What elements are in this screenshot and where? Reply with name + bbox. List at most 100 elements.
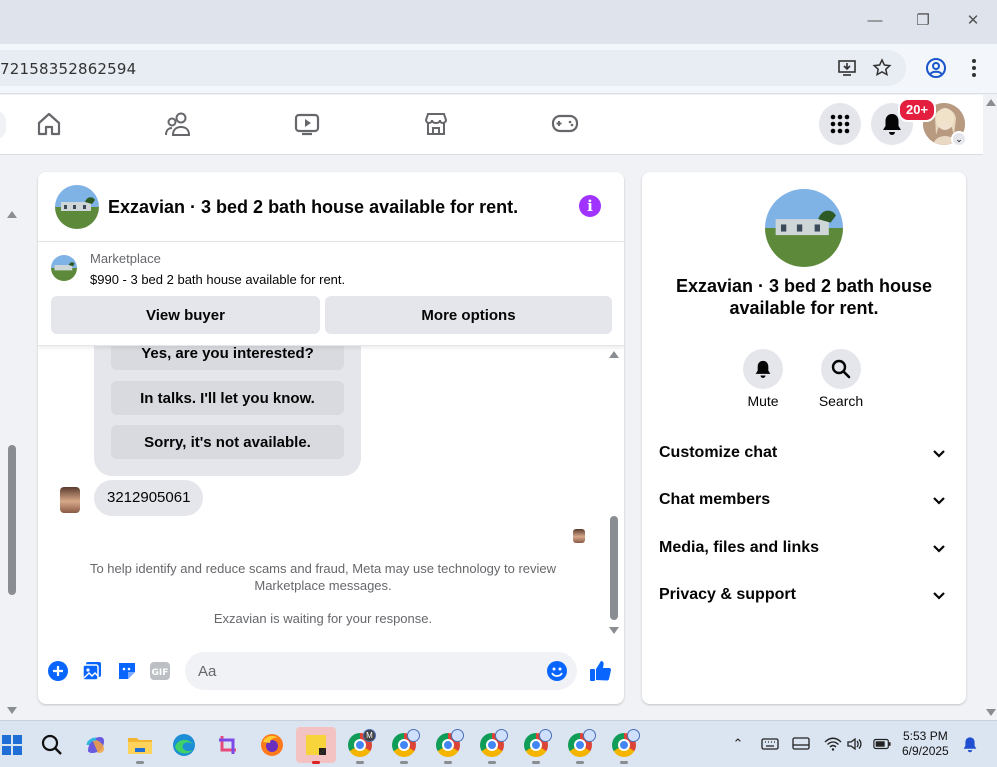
running-indicator [576, 761, 584, 764]
scroll-up-arrow-icon[interactable] [609, 351, 619, 358]
section-customize-chat[interactable]: Customize chat [642, 432, 966, 476]
running-indicator [488, 761, 496, 764]
section-label: Chat members [659, 491, 771, 508]
running-indicator [620, 761, 628, 764]
menu-kebab-icon[interactable] [962, 56, 986, 80]
page-scrollbar-right[interactable] [983, 95, 997, 720]
edge-icon[interactable] [166, 727, 202, 763]
message-input[interactable] [185, 652, 577, 690]
snipping-tool-icon[interactable] [210, 727, 246, 763]
sticky-notes-icon[interactable] [296, 727, 336, 764]
gaming-icon[interactable] [550, 109, 580, 139]
active-indicator [312, 761, 320, 764]
chat-details-panel: Exzavian · 3 bed 2 bath house available … [642, 172, 966, 704]
display-icon[interactable] [792, 735, 810, 753]
copilot-icon[interactable] [78, 727, 114, 763]
browser-titlebar: — ❐ ✕ [0, 0, 997, 44]
listing-thumbnail-small[interactable] [51, 255, 77, 281]
running-indicator [444, 761, 452, 764]
scroll-down-arrow-icon[interactable] [7, 707, 17, 714]
clock-time: 5:53 PM [903, 729, 948, 743]
chrome-profile-7[interactable] [606, 727, 642, 764]
section-privacy-support[interactable]: Privacy & support [642, 574, 966, 618]
like-thumb-icon[interactable] [588, 659, 612, 683]
emoji-icon[interactable] [545, 659, 569, 683]
marketplace-icon[interactable] [421, 109, 451, 139]
gif-icon[interactable]: GIF [148, 659, 172, 683]
restore-button[interactable]: ❐ [912, 10, 934, 32]
tray-overflow-chevron-icon[interactable]: ⌃ [729, 735, 747, 753]
address-bar[interactable]: 72158352862594 [0, 50, 906, 86]
message-list: Yes, are you interested? In talks. I'll … [38, 336, 624, 646]
scroll-down-arrow-icon[interactable] [986, 709, 996, 716]
battery-icon[interactable] [873, 735, 891, 753]
install-app-icon[interactable] [835, 56, 859, 80]
search-bar-edge[interactable] [0, 111, 6, 139]
mute-button[interactable] [743, 349, 783, 389]
add-plus-icon[interactable] [46, 659, 70, 683]
chevron-down-icon [933, 592, 945, 600]
scroll-thumb[interactable] [8, 445, 16, 595]
chevron-down-icon [933, 450, 945, 458]
photo-gallery-icon[interactable] [80, 659, 104, 683]
profile-icon[interactable] [924, 56, 948, 80]
listing-photo[interactable] [765, 189, 843, 267]
wifi-icon[interactable] [824, 735, 842, 753]
account-chevron-icon[interactable]: ⌄ [951, 131, 967, 147]
view-buyer-button[interactable]: View buyer [51, 296, 320, 334]
marketplace-label: Marketplace [90, 251, 161, 266]
chrome-profile-3[interactable] [430, 727, 466, 764]
video-icon[interactable] [292, 109, 322, 139]
info-icon[interactable]: i [579, 195, 601, 217]
grid-icon [830, 114, 850, 134]
chat-title[interactable]: Exzavian · 3 bed 2 bath house available … [108, 197, 518, 218]
search-label: Search [818, 393, 864, 409]
message-composer: GIF [38, 646, 624, 704]
search-button[interactable] [821, 349, 861, 389]
sticker-icon[interactable] [115, 659, 139, 683]
chrome-profile-4[interactable] [474, 727, 510, 764]
close-button[interactable]: ✕ [962, 10, 984, 32]
bell-icon [755, 360, 771, 378]
quick-reply-not-available[interactable]: Sorry, it's not available. [111, 425, 344, 459]
chrome-profile-6[interactable] [562, 727, 598, 764]
minimize-button[interactable]: — [864, 10, 886, 32]
url-text[interactable]: 72158352862594 [0, 60, 136, 78]
sender-avatar[interactable] [60, 487, 80, 513]
notification-bell-icon[interactable] [961, 735, 979, 753]
scroll-up-arrow-icon[interactable] [7, 211, 17, 218]
section-chat-members[interactable]: Chat members [642, 479, 966, 523]
running-indicator [400, 761, 408, 764]
chat-scroll-thumb[interactable] [610, 516, 618, 620]
firefox-icon[interactable] [254, 727, 290, 763]
listing-price-title[interactable]: $990 - 3 bed 2 bath house available for … [90, 272, 345, 287]
menu-grid-button[interactable] [819, 103, 861, 145]
marketplace-card: Marketplace $990 - 3 bed 2 bath house av… [38, 242, 624, 346]
section-media-files-links[interactable]: Media, files and links [642, 527, 966, 571]
more-options-button[interactable]: More options [325, 296, 612, 334]
scroll-down-arrow-icon[interactable] [609, 627, 619, 634]
friends-icon[interactable] [163, 109, 193, 139]
file-explorer-icon[interactable] [122, 727, 158, 764]
chrome-profile-2[interactable] [386, 727, 422, 764]
running-indicator [356, 761, 364, 764]
running-indicator [136, 761, 144, 764]
volume-icon[interactable] [846, 735, 864, 753]
bookmark-star-icon[interactable] [870, 56, 894, 80]
mute-label: Mute [747, 393, 779, 409]
section-label: Privacy & support [659, 586, 796, 603]
message-bubble[interactable]: 3212905061 [94, 480, 204, 516]
listing-thumbnail[interactable] [55, 185, 99, 229]
quick-reply-in-talks[interactable]: In talks. I'll let you know. [111, 381, 344, 415]
scam-notice: To help identify and reduce scams and fr… [89, 561, 557, 593]
system-clock[interactable]: 5:53 PM 6/9/2025 [902, 729, 949, 759]
taskbar-search-icon[interactable] [34, 727, 70, 763]
chrome-profile-5[interactable] [518, 727, 554, 764]
page-scrollbar-left[interactable] [0, 155, 22, 720]
waiting-status: Exzavian is waiting for your response. [213, 611, 433, 626]
home-icon[interactable] [34, 109, 64, 139]
keyboard-icon[interactable] [761, 735, 779, 753]
start-windows-icon[interactable] [0, 727, 30, 763]
scroll-up-arrow-icon[interactable] [986, 99, 996, 106]
chrome-profile-1[interactable]: M [342, 727, 378, 764]
